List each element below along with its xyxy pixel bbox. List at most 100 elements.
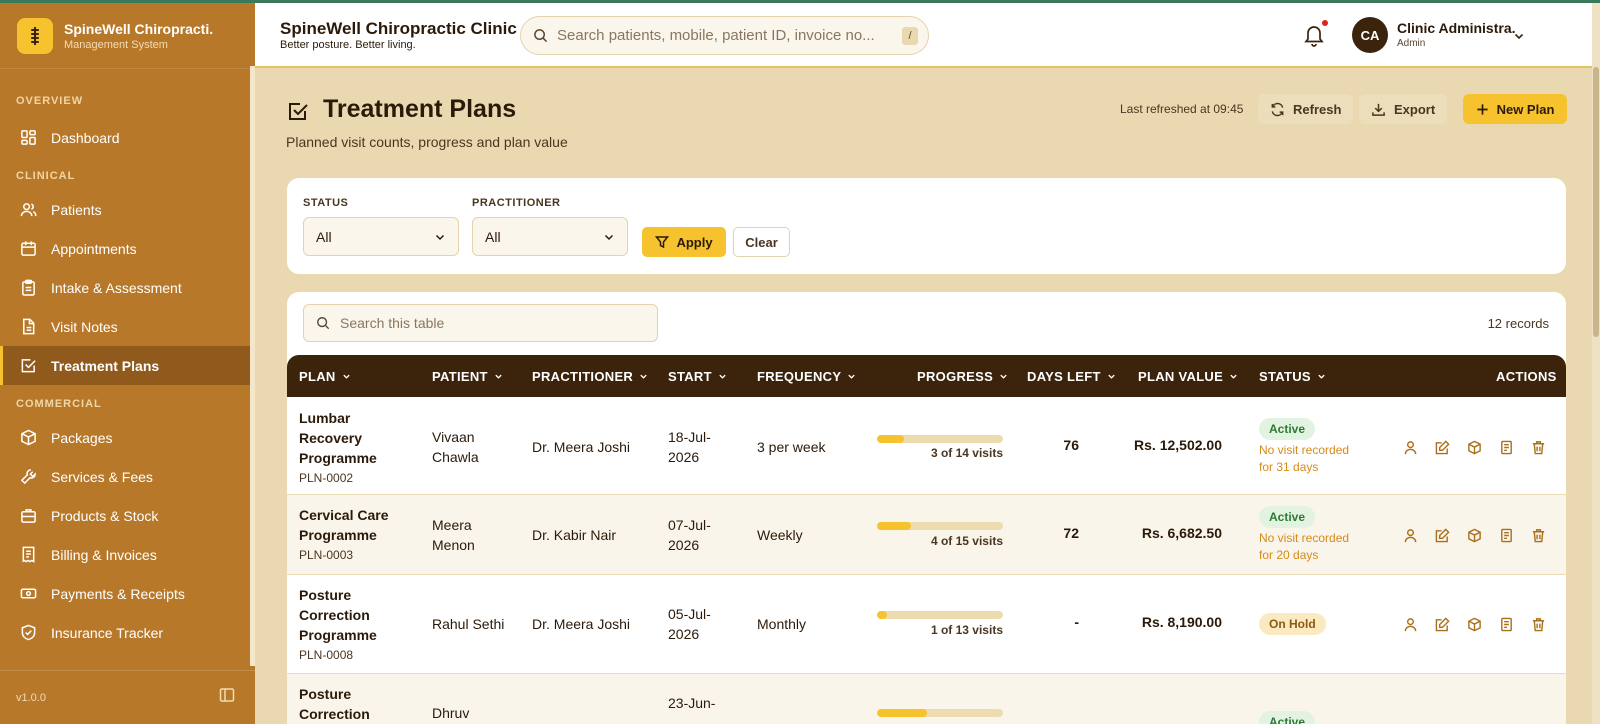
sidebar-item-treatment-plans[interactable]: Treatment Plans: [0, 346, 255, 385]
column-label: FREQUENCY: [757, 369, 842, 384]
column-header-status[interactable]: STATUS: [1259, 369, 1326, 384]
practitioner-name: Dr. Kabir Nair: [532, 527, 617, 543]
practitioner-select[interactable]: All: [472, 217, 628, 256]
view-patient-icon[interactable]: [1401, 526, 1419, 544]
patient-name[interactable]: Dhruv: [432, 703, 469, 723]
status-filter-label: STATUS: [303, 197, 349, 209]
page-scrollbar[interactable]: [1592, 3, 1600, 724]
filter-panel: STATUS All PRACTITIONER All Apply Clear: [287, 178, 1566, 274]
avatar[interactable]: CA: [1352, 17, 1388, 53]
package-icon[interactable]: [1465, 615, 1483, 633]
invoice-icon[interactable]: [1497, 615, 1515, 633]
plan-name[interactable]: Posture Correction: [299, 684, 370, 724]
sidebar-item-intake[interactable]: Intake & Assessment: [0, 268, 255, 307]
receipt-icon: [22, 546, 35, 563]
new-plan-button[interactable]: New Plan: [1463, 94, 1567, 124]
sort-chevron-icon: [495, 374, 502, 379]
table-row[interactable]: Lumbar Recovery Programme PLN-0002 Vivaan C…: [287, 397, 1566, 495]
page-subtitle: Planned visit counts, progress and plan …: [286, 134, 568, 150]
sidebar-item-billing[interactable]: Billing & Invoices: [0, 535, 255, 574]
sidebar-item-appointments[interactable]: Appointments: [0, 229, 255, 268]
user-name[interactable]: Clinic Administra.: [1397, 20, 1516, 36]
column-header-plan-value[interactable]: PLAN VALUE: [1138, 369, 1238, 384]
patient-name[interactable]: Meera Menon: [432, 515, 475, 555]
practitioner-filter-label: PRACTITIONER: [472, 197, 561, 209]
global-search-input[interactable]: [557, 27, 887, 44]
package-icon[interactable]: [1465, 438, 1483, 456]
chevron-down-icon[interactable]: [1513, 29, 1525, 47]
column-header-progress[interactable]: PROGRESS: [917, 369, 1008, 384]
invoice-icon[interactable]: [1497, 438, 1515, 456]
sidebar-item-label: Services & Fees: [51, 468, 153, 485]
plan-name[interactable]: Lumbar Recovery Programme: [299, 408, 377, 468]
briefcase-icon: [21, 509, 36, 523]
column-header-plan[interactable]: PLAN: [299, 369, 351, 384]
delete-icon[interactable]: [1529, 438, 1547, 456]
edit-icon[interactable]: [1433, 438, 1451, 456]
clear-filters-button[interactable]: Clear: [733, 227, 790, 257]
sidebar-footer: v1.0.0: [0, 670, 255, 724]
apply-filters-button[interactable]: Apply: [642, 227, 726, 257]
sidebar-item-insurance[interactable]: Insurance Tracker: [0, 613, 255, 652]
progress-bar: [877, 709, 1003, 717]
page-scrollbar-thumb[interactable]: [1593, 67, 1599, 337]
table-row[interactable]: Posture Correction Dhruv 23-Jun- Active: [287, 674, 1566, 724]
delete-icon[interactable]: [1529, 615, 1547, 633]
sidebar-item-products-stock[interactable]: Products & Stock: [0, 496, 255, 535]
export-button[interactable]: Export: [1359, 94, 1448, 124]
plan-value: Rs. 8,190.00: [1141, 614, 1222, 630]
sidebar-item-visit-notes[interactable]: Visit Notes: [0, 307, 255, 346]
plan-id: PLN-0002: [299, 471, 354, 485]
refresh-button[interactable]: Refresh: [1258, 94, 1354, 124]
notification-bell-icon[interactable]: [1303, 23, 1325, 52]
table-search[interactable]: [303, 304, 658, 342]
table-row[interactable]: Posture Correction Programme PLN-0008 Rahu…: [287, 575, 1566, 674]
sidebar-item-label: Visit Notes: [51, 318, 118, 335]
table-search-input[interactable]: [340, 315, 630, 331]
sidebar-item-dashboard[interactable]: Dashboard: [0, 118, 255, 157]
plan-name[interactable]: Posture Correction Programme: [299, 585, 377, 645]
view-patient-icon[interactable]: [1401, 615, 1419, 633]
column-header-start[interactable]: START: [668, 369, 727, 384]
column-header-days-left[interactable]: DAYS LEFT: [1027, 369, 1116, 384]
collapse-sidebar-icon[interactable]: [219, 687, 235, 708]
days-left: -: [1074, 614, 1079, 630]
section-label-commercial: COMMERCIAL: [16, 398, 102, 410]
practitioner-name: Dr. Meera Joshi: [532, 616, 631, 632]
checkbox-icon: [21, 359, 36, 373]
filter-icon: [655, 236, 670, 249]
column-header-frequency[interactable]: FREQUENCY: [757, 369, 856, 384]
package-icon[interactable]: [1465, 526, 1483, 544]
search-icon: [317, 317, 330, 330]
column-header-practitioner[interactable]: PRACTITIONER: [532, 369, 648, 384]
status-badge: Active: [1259, 711, 1316, 724]
edit-icon[interactable]: [1433, 526, 1451, 544]
plan-value: Rs. 6,682.50: [1141, 525, 1222, 541]
invoice-icon[interactable]: [1497, 526, 1515, 544]
edit-icon[interactable]: [1433, 615, 1451, 633]
column-label: PATIENT: [432, 369, 488, 384]
view-patient-icon[interactable]: [1401, 438, 1419, 456]
sidebar-item-patients[interactable]: Patients: [0, 190, 255, 229]
patient-name[interactable]: Vivaan Chawla: [432, 427, 479, 467]
status-select[interactable]: All: [303, 217, 459, 256]
sidebar-item-payments[interactable]: Payments & Receipts: [0, 574, 255, 613]
sidebar-item-packages[interactable]: Packages: [0, 418, 255, 457]
column-header-patient[interactable]: PATIENT: [432, 369, 503, 384]
clinic-tagline: Better posture. Better living.: [280, 39, 416, 51]
global-search[interactable]: /: [520, 16, 929, 55]
sidebar-item-services-fees[interactable]: Services & Fees: [0, 457, 255, 496]
table-row[interactable]: Cervical Care Programme PLN-0003 Meera Men…: [287, 495, 1566, 575]
column-label: DAYS LEFT: [1027, 369, 1101, 384]
sort-chevron-icon: [1230, 374, 1237, 379]
delete-icon[interactable]: [1529, 526, 1547, 544]
plan-name[interactable]: Cervical Care Programme: [299, 505, 389, 545]
plan-value: Rs. 12,502.00: [1134, 437, 1222, 453]
sidebar-scrollbar[interactable]: [250, 66, 255, 666]
start-date: 23-Jun-: [668, 695, 716, 711]
section-label-clinical: CLINICAL: [16, 170, 76, 182]
brand[interactable]: SpineWell Chiropracti. Management System: [0, 3, 255, 69]
patient-name[interactable]: Rahul Sethi: [432, 614, 504, 634]
new-plan-label: New Plan: [1496, 101, 1555, 117]
sort-chevron-icon: [1000, 374, 1007, 379]
